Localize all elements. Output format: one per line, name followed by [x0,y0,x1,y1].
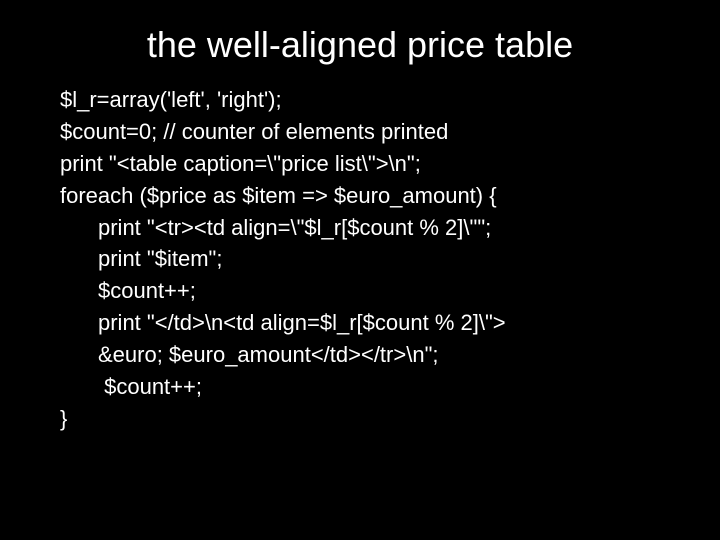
slide-title: the well-aligned price table [0,24,720,66]
code-line: print "<tr><td align=\"$l_r[$count % 2]\… [60,212,680,244]
code-line: $count++; [60,275,680,307]
code-line: print "</td>\n<td align=$l_r[$count % 2]… [60,307,680,339]
code-line: &euro; $euro_amount</td></tr>\n"; [60,339,680,371]
code-block: $l_r=array('left', 'right'); $count=0; /… [0,84,720,435]
code-line: $count=0; // counter of elements printed [60,116,680,148]
code-line: $count++; [60,371,680,403]
slide-container: the well-aligned price table $l_r=array(… [0,0,720,540]
code-line: $l_r=array('left', 'right'); [60,84,680,116]
code-line: } [60,403,680,435]
code-line: print "<table caption=\"price list\">\n"… [60,148,680,180]
code-line: foreach ($price as $item => $euro_amount… [60,180,680,212]
code-line: print "$item"; [60,243,680,275]
